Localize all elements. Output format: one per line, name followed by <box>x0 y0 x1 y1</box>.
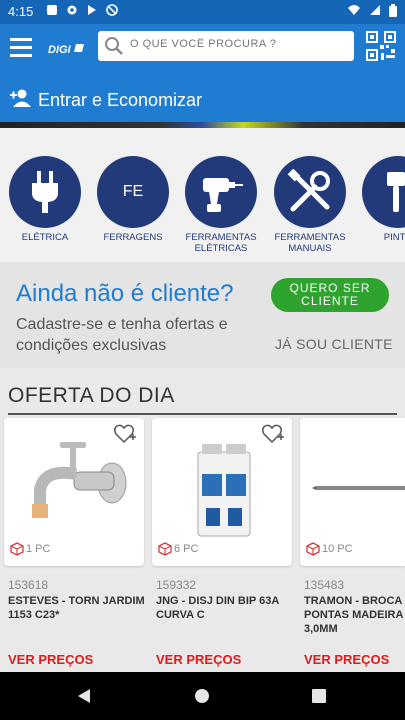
box-icon <box>10 542 24 556</box>
category-label: FERRAGENS <box>103 232 163 243</box>
digi-logo[interactable]: DIGI <box>46 40 86 58</box>
category-label: ELÉTRICA <box>21 232 69 243</box>
qty-text: 6 PC <box>174 543 199 555</box>
see-prices-link[interactable]: VER PREÇOS <box>304 652 389 667</box>
section-title: OFERTA DO DIA <box>8 384 175 407</box>
qty-text: 10 PC <box>322 543 353 555</box>
recents-icon[interactable] <box>311 688 327 704</box>
package-quantity: 6 PC <box>158 542 198 556</box>
circuit-breaker-image <box>197 444 251 537</box>
product-code: 159332 <box>156 578 197 592</box>
product-code: 153618 <box>8 578 49 592</box>
search-box[interactable] <box>98 31 354 61</box>
product-card[interactable]: 6 PC <box>152 418 292 566</box>
category-label: FERRAMENTAS ELÉTRICAS <box>185 232 257 254</box>
category-carousel: ELÉTRICA FE FERRAGENS FERRAMENTAS ELÉTRI… <box>0 128 405 262</box>
logo-mark: DIGI <box>48 44 84 56</box>
hamburger-menu-icon[interactable] <box>10 38 32 58</box>
box-icon <box>158 542 172 556</box>
category-ferramentas-eletricas[interactable]: FERRAMENTAS ELÉTRICAS <box>181 156 261 254</box>
category-ferramentas-manuais[interactable]: FERRAMENTAS MANUAIS <box>270 156 350 254</box>
box-icon <box>306 542 320 556</box>
product-info[interactable]: 135483 TRAMON - BROCA PONTAS MADEIRA 3,0… <box>304 578 405 667</box>
package-quantity: 1 PC <box>10 542 50 556</box>
notification-square-icon <box>47 5 57 15</box>
faucet-image <box>32 442 127 518</box>
become-client-button[interactable]: QUERO SER CLIENTE <box>271 278 389 312</box>
search-input[interactable] <box>128 37 342 51</box>
status-bar: 4:15 <box>0 0 405 24</box>
product-code: 135483 <box>304 578 345 592</box>
drill-bit-image <box>312 486 405 490</box>
product-name: ESTEVES - TORN JARDIM 1153 C23* <box>8 595 145 621</box>
product-info[interactable]: 153618 ESTEVES - TORN JARDIM 1153 C23* V… <box>8 578 148 667</box>
search-icon <box>105 37 123 55</box>
qr-code-icon[interactable] <box>366 31 396 61</box>
category-label: FERRAMENTAS MANUAIS <box>274 232 346 254</box>
home-icon[interactable] <box>194 688 210 704</box>
ferragens-abbr: FE <box>97 156 169 228</box>
battery-icon <box>389 4 397 17</box>
tools-icon <box>287 169 330 212</box>
signal-icon <box>370 5 380 15</box>
status-time: 4:15 <box>8 4 34 19</box>
category-ferragens[interactable]: FE FERRAGENS <box>93 156 173 243</box>
login-bar[interactable]: Entrar e Economizar <box>0 76 405 122</box>
category-eletrica[interactable]: ELÉTRICA <box>5 156 85 243</box>
promo-subtitle: Cadastre-se e tenha ofertas e condições … <box>16 316 228 354</box>
wifi-icon <box>348 5 360 15</box>
category-label: PINTU <box>383 232 405 243</box>
package-quantity: 10 PC <box>306 542 353 556</box>
data-saver-icon <box>106 4 118 16</box>
drill-icon <box>203 178 243 212</box>
product-name: JNG - DISJ DIN BIP 63A CURVA C <box>156 595 279 621</box>
section-divider <box>8 413 397 415</box>
category-pintura[interactable]: PINTU <box>358 156 405 243</box>
see-prices-link[interactable]: VER PREÇOS <box>156 652 241 667</box>
signup-promo: Ainda não é cliente? Cadastre-se e tenha… <box>0 262 405 368</box>
product-name: TRAMON - BROCA PONTAS MADEIRA 3,0MM <box>304 595 403 635</box>
product-card[interactable]: 1 PC <box>4 418 144 566</box>
top-app-bar: DIGI <box>0 24 405 76</box>
back-icon[interactable] <box>76 688 92 704</box>
promo-title: Ainda não é cliente? <box>16 280 234 307</box>
system-nav-bar <box>0 672 405 720</box>
paint-icon <box>387 172 405 212</box>
plug-icon <box>32 171 58 213</box>
settings-gear-icon <box>67 5 77 15</box>
svg-text:DIGI: DIGI <box>48 44 72 56</box>
see-prices-link[interactable]: VER PREÇOS <box>8 652 93 667</box>
login-text: Entrar e Economizar <box>38 90 203 110</box>
qty-text: 1 PC <box>26 543 51 555</box>
already-client-link[interactable]: JÁ SOU CLIENTE <box>275 336 393 352</box>
product-info[interactable]: 159332 JNG - DISJ DIN BIP 63A CURVA C VE… <box>156 578 296 667</box>
play-store-icon <box>88 5 96 15</box>
add-user-icon <box>10 89 31 107</box>
product-card[interactable]: 10 PC <box>300 418 405 566</box>
